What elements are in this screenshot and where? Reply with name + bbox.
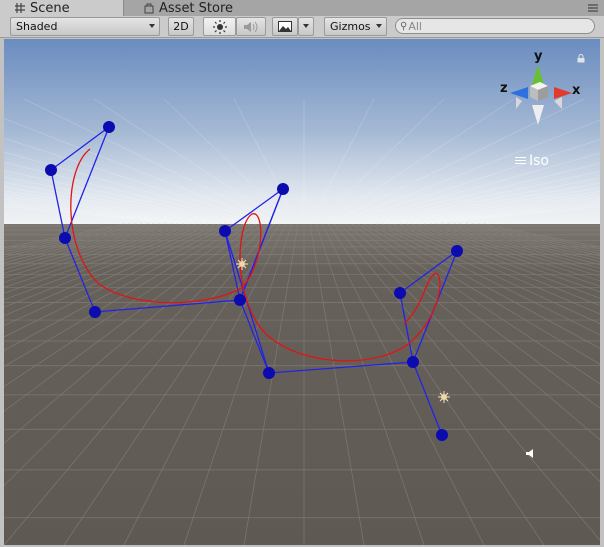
scene-toolbar: Shaded 2D Gizmos ⚲ All bbox=[0, 16, 604, 38]
control-point[interactable] bbox=[45, 164, 57, 176]
handle-lines bbox=[50, 126, 459, 436]
grid-icon bbox=[15, 3, 25, 13]
chevron-down-icon bbox=[149, 24, 155, 28]
control-point[interactable] bbox=[59, 232, 71, 244]
scene-audio-button[interactable] bbox=[236, 17, 266, 36]
scene-effects-button[interactable] bbox=[272, 17, 298, 36]
control-point[interactable] bbox=[234, 294, 246, 306]
search-placeholder: All bbox=[408, 19, 422, 33]
effects-dropdown[interactable] bbox=[298, 17, 314, 36]
control-point[interactable] bbox=[394, 287, 406, 299]
scene-lighting-button[interactable] bbox=[203, 17, 236, 36]
light-gizmo-icon[interactable] bbox=[438, 391, 450, 403]
tab-bar: Scene Asset Store bbox=[0, 0, 604, 17]
handle-line-1 bbox=[50, 126, 459, 436]
control-point[interactable] bbox=[219, 225, 231, 237]
orientation-gizmo[interactable]: y x z bbox=[500, 49, 582, 139]
control-point[interactable] bbox=[451, 245, 463, 257]
z-axis-label: z bbox=[500, 81, 508, 96]
control-point[interactable] bbox=[263, 367, 275, 379]
image-icon bbox=[278, 21, 292, 32]
toggle-2d-button[interactable]: 2D bbox=[168, 17, 194, 36]
control-point[interactable] bbox=[436, 429, 448, 441]
search-icon: ⚲ bbox=[400, 20, 408, 32]
y-axis-label: y bbox=[534, 49, 543, 64]
bag-icon bbox=[144, 3, 154, 14]
menu-icon[interactable] bbox=[586, 2, 600, 14]
tab-asset-store-label: Asset Store bbox=[159, 0, 234, 16]
sun-icon bbox=[212, 19, 227, 34]
tab-asset-store[interactable]: Asset Store bbox=[139, 0, 263, 16]
draw-mode-label: Shaded bbox=[16, 20, 58, 33]
menu-lines-icon bbox=[515, 156, 526, 166]
toggle-2d-label: 2D bbox=[173, 20, 189, 33]
lock-icon[interactable] bbox=[577, 54, 585, 63]
projection-toggle[interactable]: Iso bbox=[515, 153, 549, 169]
chevron-down-icon bbox=[303, 24, 309, 28]
chevron-down-icon bbox=[376, 24, 382, 28]
scene-viewport[interactable]: y x z Iso bbox=[4, 39, 600, 545]
x-axis-label: x bbox=[572, 83, 581, 98]
control-points[interactable] bbox=[45, 121, 463, 441]
tab-scene[interactable]: Scene bbox=[0, 0, 124, 16]
handle-line-4 bbox=[239, 188, 284, 301]
gizmos-label: Gizmos bbox=[330, 20, 371, 33]
control-point[interactable] bbox=[103, 121, 115, 133]
control-point[interactable] bbox=[89, 306, 101, 318]
projection-label: Iso bbox=[529, 153, 549, 169]
control-point[interactable] bbox=[277, 183, 289, 195]
light-gizmo-icon[interactable] bbox=[236, 258, 248, 270]
gizmos-dropdown[interactable]: Gizmos bbox=[324, 17, 387, 36]
tab-scene-label: Scene bbox=[30, 0, 70, 16]
speaker-icon bbox=[244, 21, 258, 32]
control-point[interactable] bbox=[407, 356, 419, 368]
search-input[interactable]: ⚲ All bbox=[395, 18, 595, 34]
draw-mode-dropdown[interactable]: Shaded bbox=[10, 17, 160, 36]
audio-source-icon[interactable] bbox=[526, 449, 533, 458]
